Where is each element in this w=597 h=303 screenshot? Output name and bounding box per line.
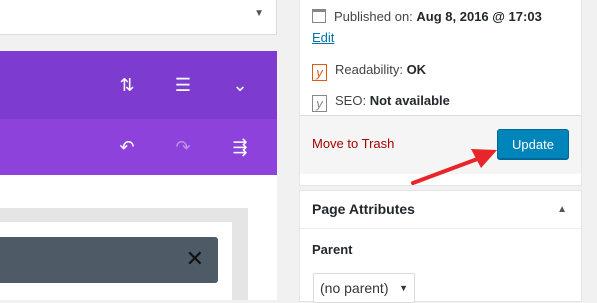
published-on-row: Published on: Aug 8, 2016 @ 17:03 [312, 9, 542, 24]
builder-toolbar: ↶ ↷ ⇶ [0, 119, 277, 175]
sort-arrows-icon[interactable]: ⇅ [115, 75, 139, 95]
calendar-icon [312, 9, 326, 23]
page-attributes-title: Page Attributes [312, 201, 415, 217]
parent-select[interactable]: (no parent) ▼ [313, 273, 415, 303]
yoast-readability-icon: y [312, 64, 327, 81]
edit-date-link[interactable]: Edit [312, 30, 334, 45]
seo-row: y SEO: Not available [312, 93, 450, 112]
published-date: Aug 8, 2016 @ 17:03 [416, 9, 542, 24]
parent-label: Parent [312, 242, 353, 257]
readability-status: OK [406, 62, 427, 77]
parent-select-value: (no parent) [320, 280, 389, 296]
triangle-up-icon[interactable]: ▲ [557, 204, 567, 215]
top-dropdown[interactable]: ▼ [0, 0, 277, 35]
redo-icon[interactable]: ↷ [171, 137, 195, 157]
yoast-seo-icon: y [312, 95, 327, 112]
update-button[interactable]: Update [497, 129, 569, 159]
page-attributes-header[interactable]: Page Attributes ▲ [300, 191, 581, 229]
seo-label: SEO: [335, 93, 367, 108]
chevron-down-icon[interactable]: ⌄ [228, 75, 252, 95]
select-caret-icon: ▼ [399, 283, 408, 293]
module-settings-bar: ✕ [0, 237, 218, 283]
readability-row: y Readability: OK [312, 62, 426, 81]
close-icon[interactable]: ✕ [186, 248, 204, 270]
published-label: Published on: [334, 9, 413, 24]
readability-label: Readability: [335, 62, 403, 77]
triangle-down-icon: ▼ [254, 8, 264, 19]
page-attributes-box: Page Attributes ▲ Parent (no parent) ▼ [299, 190, 582, 303]
section-header-bar: ⇅ ☰ ⌄ [0, 51, 277, 119]
publishing-actions: Move to Trash Update [300, 115, 581, 174]
publish-box: Published on: Aug 8, 2016 @ 17:03 Edit y… [299, 0, 582, 186]
page-builder-panel: ▼ ⇅ ☰ ⌄ ↶ ↷ ⇶ ✕ [0, 0, 277, 300]
hamburger-icon[interactable]: ☰ [171, 75, 195, 95]
undo-icon[interactable]: ↶ [115, 137, 139, 157]
seo-status: Not available [369, 93, 450, 108]
move-to-trash-link[interactable]: Move to Trash [312, 136, 394, 151]
history-icon[interactable]: ⇶ [228, 137, 252, 157]
